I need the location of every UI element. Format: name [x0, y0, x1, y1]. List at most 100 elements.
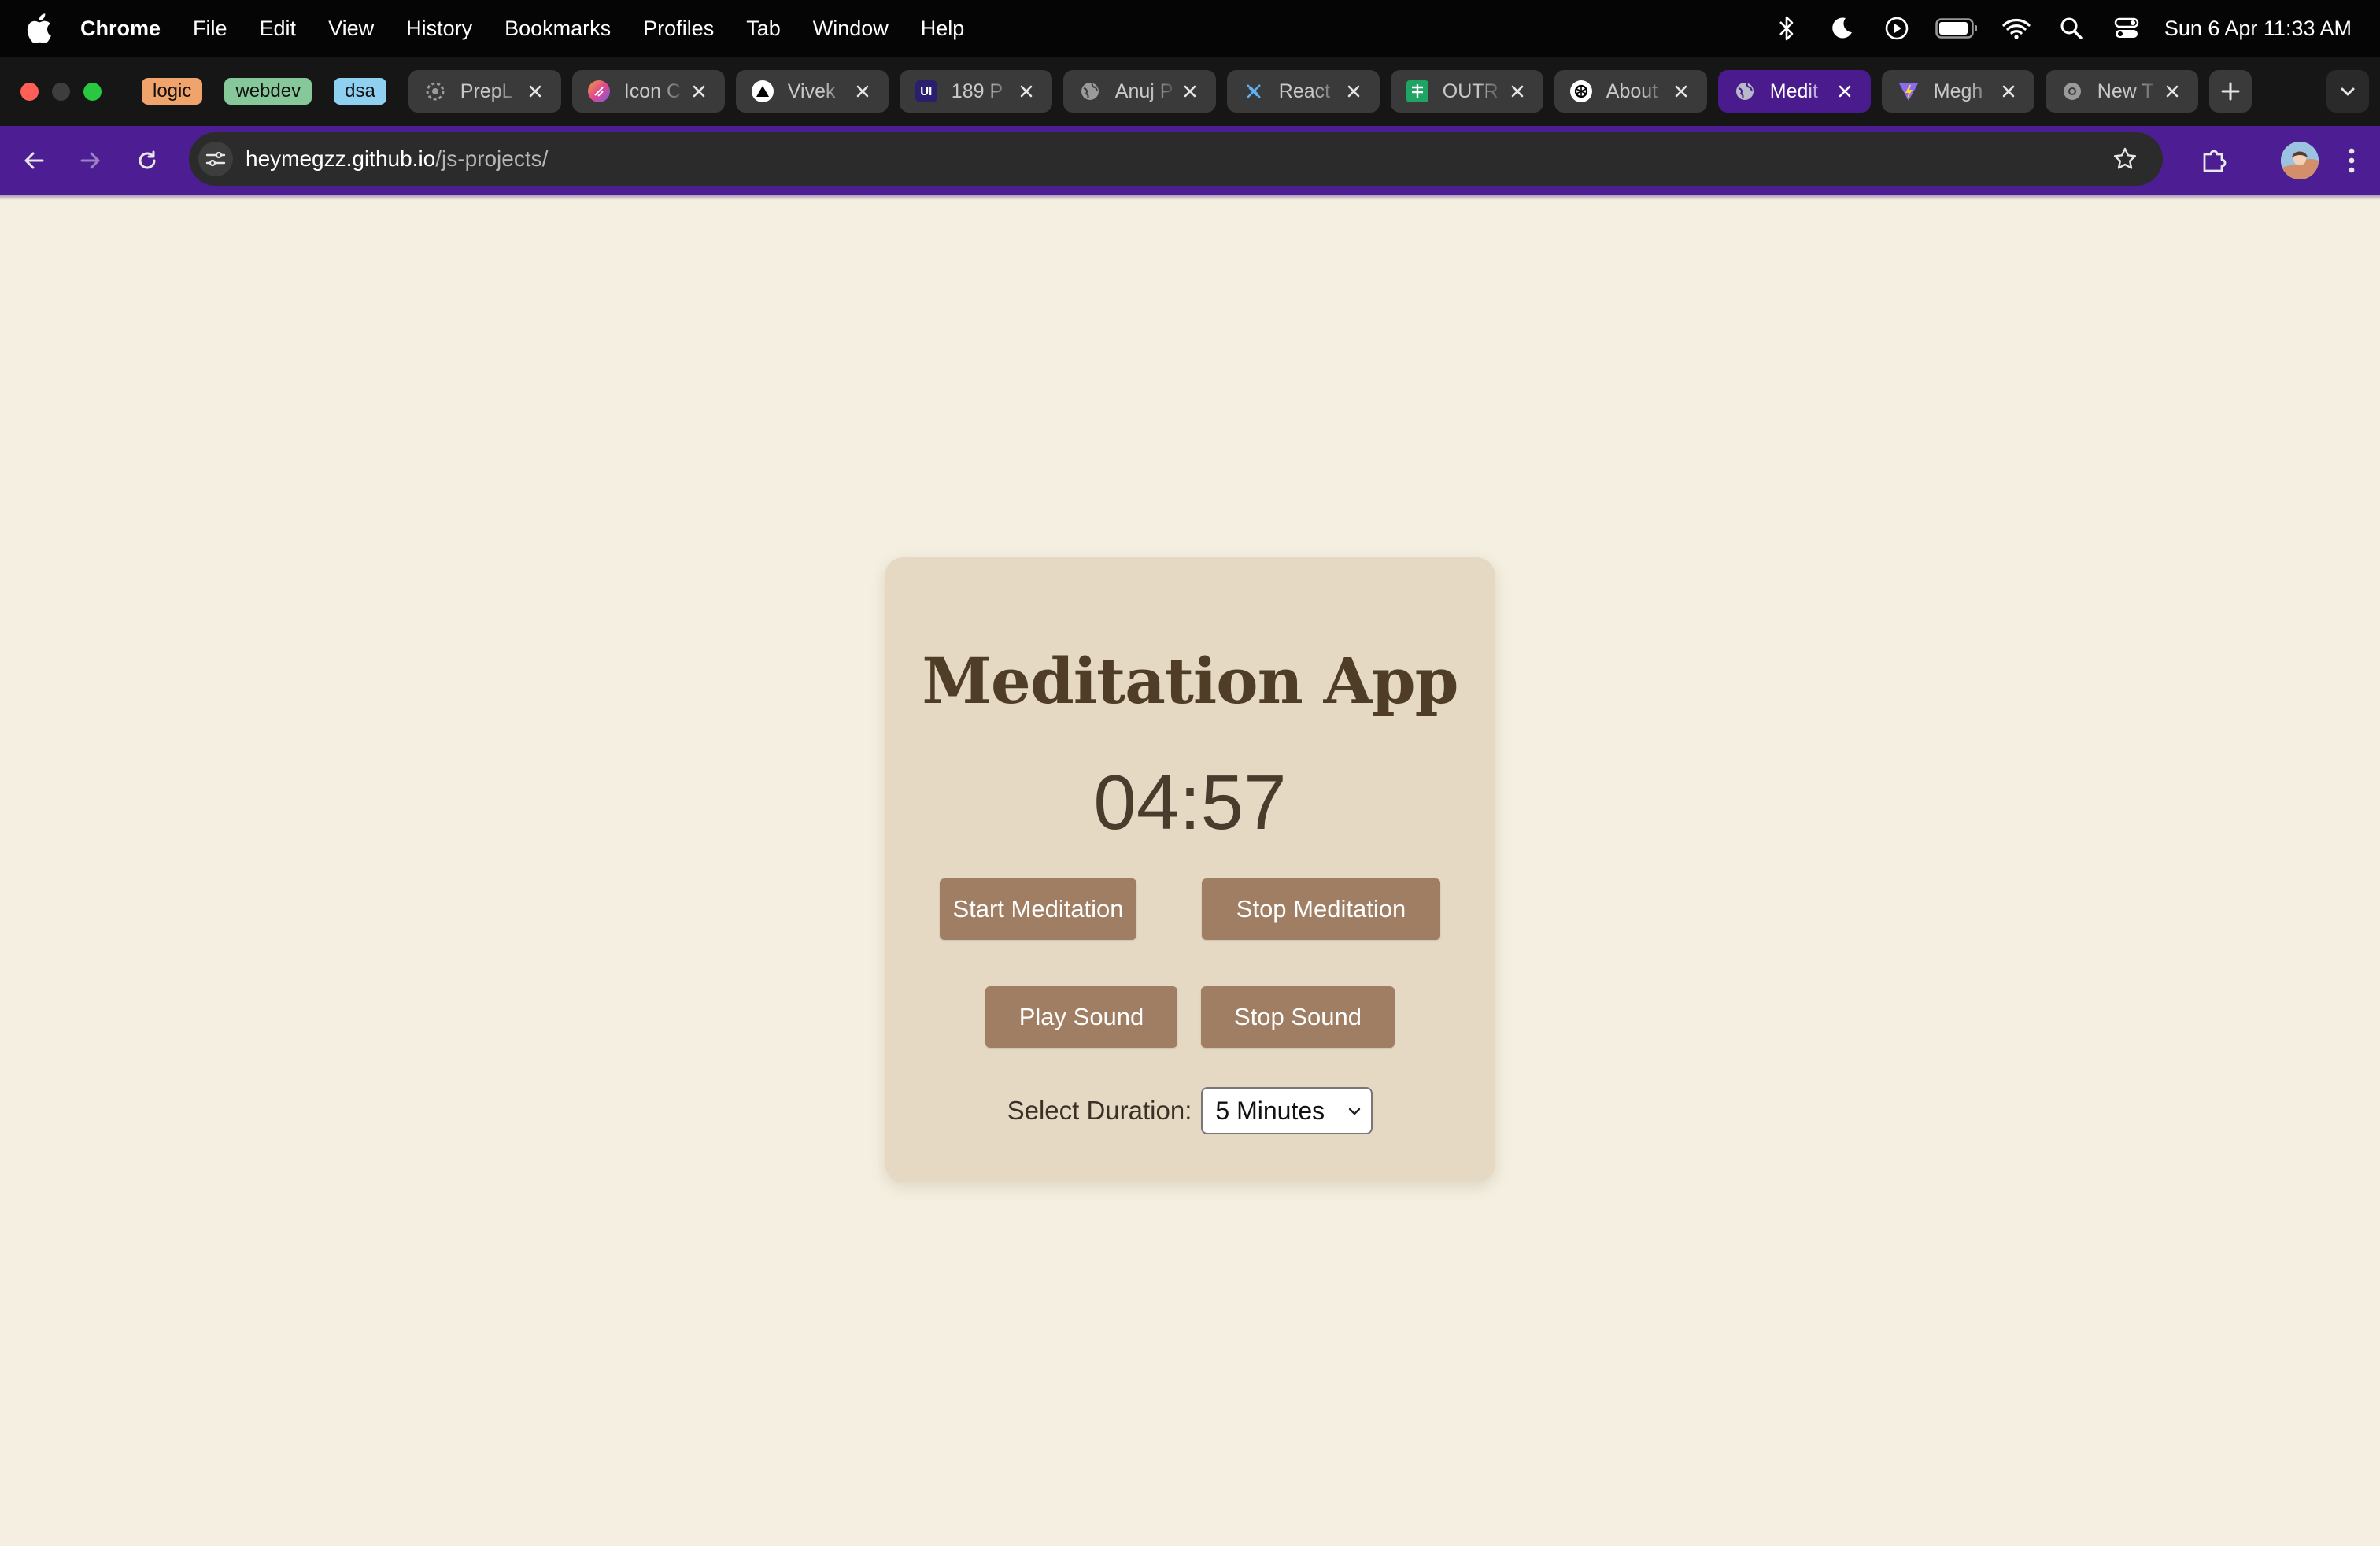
- tab-anuj-p[interactable]: Anuj P: [1062, 70, 1216, 113]
- new-tab-button[interactable]: [2208, 70, 2252, 113]
- page-title: Meditation App: [922, 644, 1458, 718]
- menu-file[interactable]: File: [193, 17, 227, 41]
- menu-edit[interactable]: Edit: [260, 17, 297, 41]
- close-icon[interactable]: [1833, 80, 1857, 103]
- stop-meditation-button[interactable]: Stop Meditation: [1202, 878, 1440, 940]
- tab-title: New T: [2097, 80, 2154, 102]
- tab-title: Anuj P: [1114, 80, 1173, 102]
- menu-profiles[interactable]: Profiles: [643, 17, 714, 41]
- spotlight-search-icon[interactable]: [2054, 13, 2089, 44]
- close-icon[interactable]: [1014, 80, 1038, 103]
- tab-outr[interactable]: OUTR: [1390, 70, 1543, 113]
- control-center-icon[interactable]: [2109, 13, 2144, 44]
- duration-selected-value: 5 Minutes: [1215, 1096, 1325, 1125]
- close-icon[interactable]: [1506, 80, 1529, 103]
- react-icon: [1243, 80, 1265, 102]
- extensions-puzzle-icon[interactable]: [2194, 141, 2234, 180]
- minimize-window-button[interactable]: [52, 82, 70, 101]
- menu-window[interactable]: Window: [813, 17, 889, 41]
- chrome-icon: [2061, 80, 2083, 102]
- timer-display: 04:57: [1093, 759, 1287, 845]
- bookmark-star-icon[interactable]: [2108, 142, 2142, 176]
- tab-title: PrepL: [460, 80, 513, 102]
- vite-icon: [1898, 80, 1920, 102]
- url-path: /js-projects/: [435, 146, 549, 171]
- tab-icon-c[interactable]: Icon C: [571, 70, 725, 113]
- globe-icon: [1734, 80, 1756, 102]
- menu-tab[interactable]: Tab: [746, 17, 781, 41]
- tab-title: Vivek: [787, 80, 836, 102]
- close-icon[interactable]: [523, 80, 547, 103]
- tab-react[interactable]: React: [1226, 70, 1380, 113]
- toolbar-shadow: [0, 195, 2380, 200]
- sheets-icon: [1406, 80, 1428, 102]
- tab-meditation-active[interactable]: Medit: [1717, 70, 1871, 113]
- tab-about[interactable]: About: [1554, 70, 1707, 113]
- tab-group-webdev[interactable]: webdev: [224, 78, 312, 105]
- close-icon[interactable]: [851, 80, 874, 103]
- apple-logo-icon[interactable]: [27, 13, 55, 44]
- close-icon[interactable]: [1178, 80, 1202, 103]
- duration-select[interactable]: 5 Minutes: [1201, 1087, 1373, 1134]
- ui-icon: UI: [915, 80, 937, 102]
- tab-vivek[interactable]: Vivek: [735, 70, 889, 113]
- play-sound-button[interactable]: Play Sound: [985, 986, 1177, 1048]
- start-meditation-button[interactable]: Start Meditation: [940, 878, 1136, 940]
- menu-history[interactable]: History: [406, 17, 472, 41]
- reload-icon: [139, 150, 156, 169]
- back-button[interactable]: [14, 141, 54, 180]
- menubar-clock[interactable]: Sun 6 Apr 11:33 AM: [2164, 17, 2352, 41]
- openai-icon: [1569, 80, 1592, 102]
- profile-avatar[interactable]: [2281, 142, 2319, 179]
- tab-title: Megh: [1933, 80, 1983, 102]
- close-icon[interactable]: [1997, 80, 2020, 103]
- reload-button[interactable]: [128, 141, 167, 180]
- stop-sound-button[interactable]: Stop Sound: [1201, 986, 1395, 1048]
- close-window-button[interactable]: [20, 82, 39, 101]
- close-icon[interactable]: [1669, 80, 1693, 103]
- do-not-disturb-icon[interactable]: [1824, 13, 1859, 44]
- address-bar[interactable]: heymegzz.github.io/js-projects/: [189, 132, 2163, 186]
- plus-icon: [2221, 82, 2240, 101]
- kebab-menu-icon[interactable]: [2336, 141, 2367, 180]
- play-icon[interactable]: [1879, 13, 1914, 44]
- arrow-left-icon: [24, 152, 44, 169]
- chevron-down-icon: [1349, 1108, 1361, 1115]
- tab-search-button[interactable]: [2326, 70, 2369, 113]
- meditation-card: Meditation App 04:57 Start Meditation St…: [885, 557, 1495, 1182]
- url-host: heymegzz.github.io: [246, 146, 436, 171]
- duration-row: Select Duration: 5 Minutes: [885, 1086, 1495, 1135]
- chevron-down-icon: [2341, 87, 2355, 96]
- menu-help[interactable]: Help: [921, 17, 965, 41]
- tab-megh[interactable]: Megh: [1881, 70, 2034, 113]
- menu-app-name[interactable]: Chrome: [80, 17, 161, 41]
- icon-colorful-icon: [587, 80, 610, 102]
- close-icon[interactable]: [687, 80, 711, 103]
- close-icon[interactable]: [2160, 80, 2184, 103]
- tab-189-p[interactable]: UI 189 P: [899, 70, 1052, 113]
- bluetooth-icon[interactable]: [1769, 13, 1804, 44]
- site-info-icon[interactable]: [198, 142, 233, 176]
- tab-title: React: [1278, 80, 1331, 102]
- preplaced-icon: [424, 80, 446, 102]
- tab-title: Icon C: [623, 80, 682, 102]
- tab-title: 189 P: [951, 80, 1003, 102]
- zoom-window-button[interactable]: [83, 82, 102, 101]
- browser-toolbar: heymegzz.github.io/js-projects/: [0, 126, 2380, 195]
- tab-title: Medit: [1769, 80, 1818, 102]
- menu-bookmarks[interactable]: Bookmarks: [504, 17, 611, 41]
- toolbar-right: [2194, 126, 2380, 195]
- macos-menu-bar: Chrome File Edit View History Bookmarks …: [0, 0, 2380, 57]
- menu-view[interactable]: View: [328, 17, 374, 41]
- duration-label: Select Duration:: [1007, 1096, 1192, 1125]
- battery-icon[interactable]: [1935, 13, 1979, 44]
- vercel-icon: [751, 80, 774, 102]
- wifi-icon[interactable]: [1999, 13, 2034, 44]
- tab-group-dsa[interactable]: dsa: [334, 78, 386, 105]
- window-controls: [20, 82, 115, 101]
- tab-new-tab[interactable]: New T: [2045, 70, 2198, 113]
- close-icon[interactable]: [1342, 80, 1366, 103]
- tab-group-logic[interactable]: logic: [142, 78, 203, 105]
- forward-button[interactable]: [71, 141, 110, 180]
- tab-prepl[interactable]: PrepL: [408, 70, 561, 113]
